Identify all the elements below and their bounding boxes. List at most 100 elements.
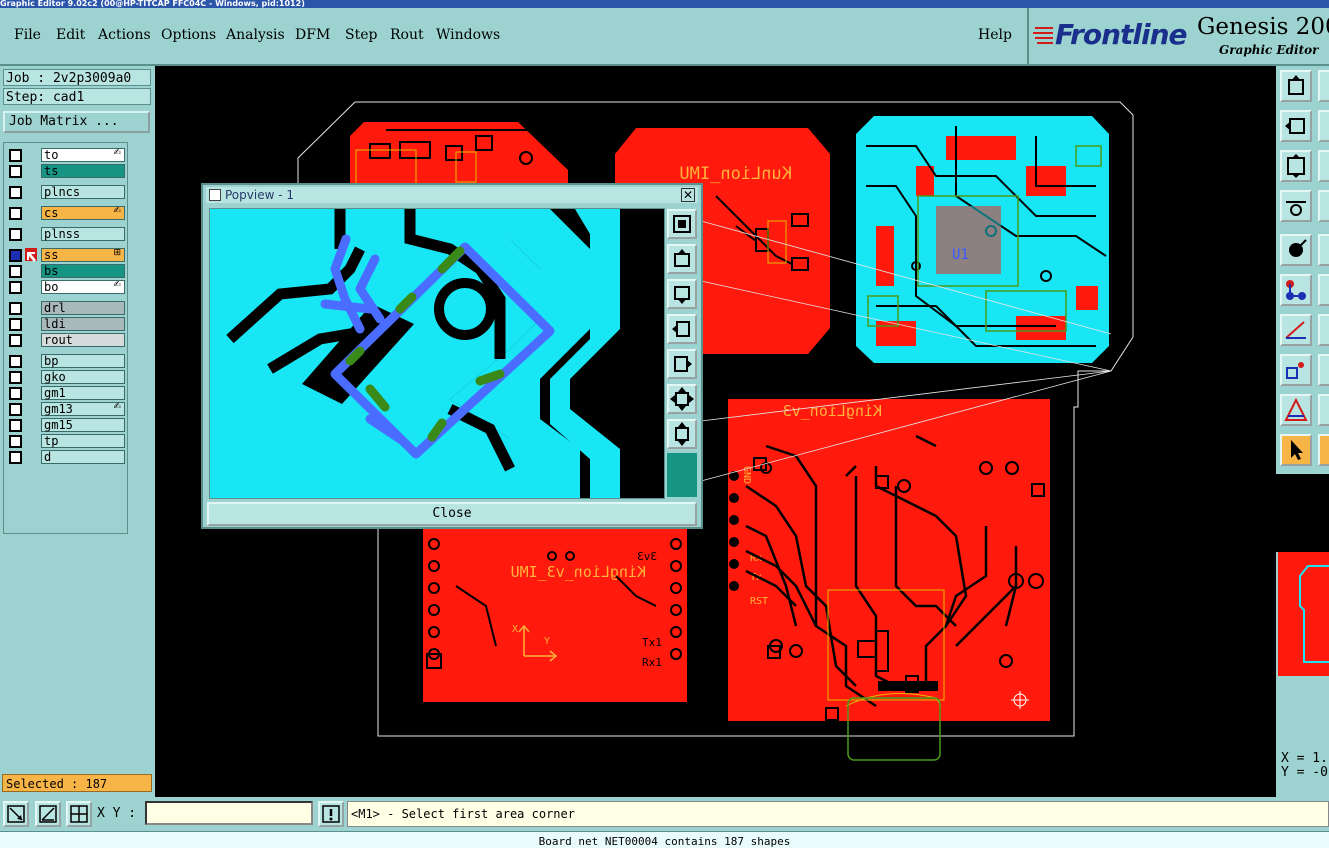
layer-name[interactable]: gm13: [41, 402, 125, 416]
layer-row-bo[interactable]: bo ✍: [7, 280, 125, 294]
menu-help[interactable]: Help: [978, 27, 1012, 43]
popview-viewport[interactable]: [209, 208, 665, 499]
tool-partial-4[interactable]: [1318, 190, 1329, 222]
layer-row-plncs[interactable]: plncs: [7, 185, 125, 199]
layer-name[interactable]: plnss: [41, 227, 125, 241]
layer-name[interactable]: d: [41, 450, 125, 464]
alert-button[interactable]: [318, 801, 344, 827]
popview-close-button[interactable]: Close: [207, 502, 697, 526]
layer-row-ss[interactable]: ss ⊞: [7, 248, 125, 262]
menu-actions[interactable]: Actions: [98, 27, 151, 43]
layer-checkbox[interactable]: [9, 334, 22, 347]
layer-checkbox[interactable]: [9, 387, 22, 400]
layer-row-cs[interactable]: cs ✍: [7, 206, 125, 220]
layer-name[interactable]: gm15: [41, 418, 125, 432]
popview-window[interactable]: Popview - 1 ✕ Close: [201, 183, 703, 529]
tool-partial-7[interactable]: [1318, 314, 1329, 346]
layer-checkbox[interactable]: [9, 265, 22, 278]
tool-line[interactable]: [1280, 314, 1312, 346]
layer-row-d[interactable]: d: [7, 450, 125, 464]
layer-checkbox[interactable]: [9, 371, 22, 384]
layer-checkbox[interactable]: [9, 249, 22, 262]
layer-row-gko[interactable]: gko: [7, 370, 125, 384]
tool-partial-1[interactable]: [1318, 70, 1329, 102]
layer-name[interactable]: ts: [41, 164, 125, 178]
popview-zoom-button[interactable]: [667, 209, 697, 239]
layer-checkbox[interactable]: [9, 281, 22, 294]
layer-row-gm13[interactable]: gm13 ✍: [7, 402, 125, 416]
tool-settings[interactable]: [1280, 190, 1312, 222]
tool-pad[interactable]: [1280, 234, 1312, 266]
menu-file[interactable]: File: [14, 27, 41, 43]
tool-export-up[interactable]: [1280, 70, 1312, 102]
popview-pan-right-button[interactable]: [667, 349, 697, 379]
overview-map[interactable]: [1278, 552, 1329, 676]
grid-button[interactable]: [66, 801, 92, 827]
layer-row-ts[interactable]: ts: [7, 164, 125, 178]
menu-dfm[interactable]: DFM: [295, 27, 330, 43]
tool-partial-2[interactable]: [1318, 110, 1329, 142]
layer-row-to[interactable]: to ✍: [7, 148, 125, 162]
layer-checkbox[interactable]: [9, 451, 22, 464]
popview-zoom-vertical-button[interactable]: [667, 419, 697, 449]
layer-checkbox[interactable]: [9, 435, 22, 448]
layer-checkbox[interactable]: [9, 403, 22, 416]
layer-row-gm15[interactable]: gm15: [7, 418, 125, 432]
tool-triangle[interactable]: [1280, 394, 1312, 426]
menu-windows[interactable]: Windows: [436, 27, 500, 43]
tool-partial-9[interactable]: [1318, 394, 1329, 426]
zoomed-pcb-view[interactable]: [210, 209, 664, 498]
layer-name[interactable]: plncs: [41, 185, 125, 199]
job-matrix-button[interactable]: Job Matrix ...: [3, 111, 150, 133]
popview-close-x-button[interactable]: ✕: [681, 188, 695, 202]
layer-name[interactable]: rout: [41, 333, 125, 347]
measure-button[interactable]: [35, 801, 61, 827]
layer-name[interactable]: bs: [41, 264, 125, 278]
layer-name[interactable]: drl: [41, 301, 125, 315]
menu-rout[interactable]: Rout: [390, 27, 424, 43]
menu-step[interactable]: Step: [345, 27, 377, 43]
tool-select[interactable]: [1280, 434, 1312, 466]
tool-partial-6[interactable]: [1318, 274, 1329, 306]
tool-fit[interactable]: [1280, 150, 1312, 182]
popview-pan-up-button[interactable]: [667, 244, 697, 274]
layer-name[interactable]: cs: [41, 206, 125, 220]
layer-name[interactable]: gm1: [41, 386, 125, 400]
menu-edit[interactable]: Edit: [56, 27, 85, 43]
layer-row-plnss[interactable]: plnss: [7, 227, 125, 241]
layer-row-bs[interactable]: bs: [7, 264, 125, 278]
layer-name[interactable]: ss: [41, 248, 125, 262]
layer-name[interactable]: tp: [41, 434, 125, 448]
popview-pan-left-button[interactable]: [667, 314, 697, 344]
snap-button[interactable]: [3, 801, 29, 827]
layer-checkbox[interactable]: [9, 355, 22, 368]
layer-row-bp[interactable]: bp: [7, 354, 125, 368]
xy-input[interactable]: [145, 801, 313, 825]
tool-partial-10[interactable]: [1318, 434, 1329, 466]
layer-checkbox[interactable]: [9, 419, 22, 432]
tool-measure[interactable]: [1280, 354, 1312, 386]
layer-checkbox[interactable]: [9, 165, 22, 178]
layer-checkbox[interactable]: [9, 228, 22, 241]
layer-checkbox[interactable]: [9, 207, 22, 220]
layer-name[interactable]: bp: [41, 354, 125, 368]
menu-options[interactable]: Options: [161, 27, 216, 43]
layer-name[interactable]: bo: [41, 280, 125, 294]
layer-checkbox[interactable]: [9, 186, 22, 199]
layer-name[interactable]: ldi: [41, 317, 125, 331]
layer-name[interactable]: to: [41, 148, 125, 162]
tool-move-left[interactable]: [1280, 110, 1312, 142]
menu-analysis[interactable]: Analysis: [226, 27, 285, 43]
layer-row-ldi[interactable]: ldi: [7, 317, 125, 331]
layer-checkbox[interactable]: [9, 149, 22, 162]
tool-partial-5[interactable]: [1318, 234, 1329, 266]
layer-row-rout[interactable]: rout: [7, 333, 125, 347]
layer-row-drl[interactable]: drl: [7, 301, 125, 315]
layer-row-gm1[interactable]: gm1: [7, 386, 125, 400]
tool-net[interactable]: [1280, 274, 1312, 306]
popview-title-bar[interactable]: Popview - 1 ✕: [206, 187, 698, 203]
layer-row-tp[interactable]: tp: [7, 434, 125, 448]
tool-partial-3[interactable]: [1318, 150, 1329, 182]
layer-checkbox[interactable]: [9, 302, 22, 315]
layer-name[interactable]: gko: [41, 370, 125, 384]
